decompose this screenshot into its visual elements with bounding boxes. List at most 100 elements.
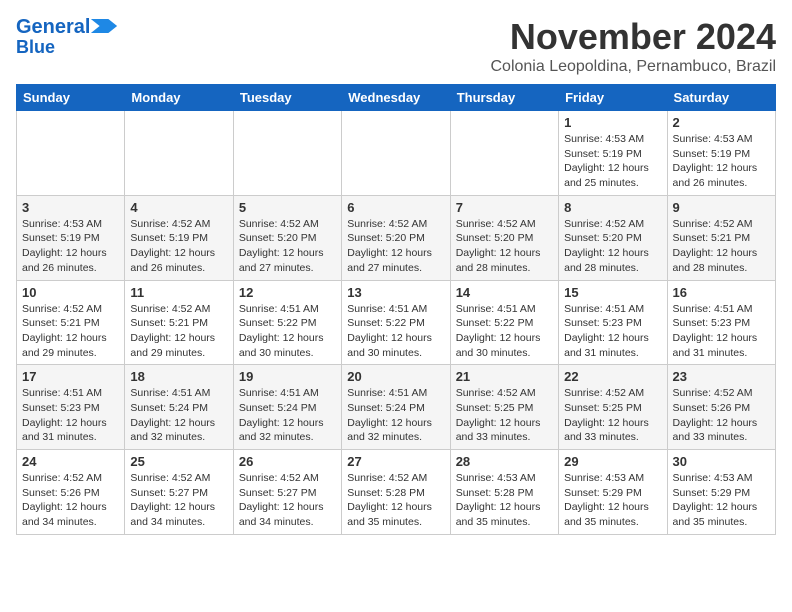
calendar-cell: 24 Sunrise: 4:52 AM Sunset: 5:26 PM Dayli… <box>17 450 125 535</box>
day-number: 11 <box>130 285 227 300</box>
day-info: Sunrise: 4:53 AM Sunset: 5:19 PM Dayligh… <box>564 132 661 191</box>
day-number: 6 <box>347 200 444 215</box>
logo-text: General <box>16 16 90 38</box>
day-number: 27 <box>347 454 444 469</box>
calendar-cell: 18Sunrise: 4:51 AM Sunset: 5:24 PM Dayli… <box>125 365 233 450</box>
day-number: 23 <box>673 369 770 384</box>
calendar-cell: 17 Sunrise: 4:51 AM Sunset: 5:23 PM Dayli… <box>17 365 125 450</box>
day-number: 30 <box>673 454 770 469</box>
day-info: Sunrise: 4:52 AM Sunset: 5:26 PM Dayligh… <box>22 471 119 530</box>
day-number: 21 <box>456 369 553 384</box>
calendar-cell: 8 Sunrise: 4:52 AM Sunset: 5:20 PM Daylig… <box>559 195 667 280</box>
calendar-cell: 27 Sunrise: 4:52 AM Sunset: 5:28 PM Dayli… <box>342 450 450 535</box>
day-number: 25 <box>130 454 227 469</box>
weekday-header-saturday: Saturday <box>667 85 775 111</box>
weekday-header-tuesday: Tuesday <box>233 85 341 111</box>
day-number: 8 <box>564 200 661 215</box>
weekday-header-friday: Friday <box>559 85 667 111</box>
calendar-cell: 12Sunrise: 4:51 AM Sunset: 5:22 PM Dayli… <box>233 280 341 365</box>
day-info: Sunrise: 4:51 AM Sunset: 5:24 PM Dayligh… <box>130 386 227 445</box>
calendar-cell: 28 Sunrise: 4:53 AM Sunset: 5:28 PM Dayli… <box>450 450 558 535</box>
day-number: 4 <box>130 200 227 215</box>
calendar-cell: 3 Sunrise: 4:53 AM Sunset: 5:19 PM Daylig… <box>17 195 125 280</box>
day-info: Sunrise: 4:52 AM Sunset: 5:20 PM Dayligh… <box>564 217 661 276</box>
calendar-cell: 25 Sunrise: 4:52 AM Sunset: 5:27 PM Dayli… <box>125 450 233 535</box>
weekday-header-row: SundayMondayTuesdayWednesdayThursdayFrid… <box>17 85 776 111</box>
day-info: Sunrise: 4:53 AM Sunset: 5:29 PM Dayligh… <box>673 471 770 530</box>
calendar-cell: 10 Sunrise: 4:52 AM Sunset: 5:21 PM Dayli… <box>17 280 125 365</box>
day-info: Sunrise: 4:51 AM Sunset: 5:22 PM Dayligh… <box>456 302 553 361</box>
calendar-cell <box>450 111 558 196</box>
day-info: Sunrise: 4:51 AM Sunset: 5:23 PM Dayligh… <box>673 302 770 361</box>
day-info: Sunrise: 4:51 AM Sunset: 5:23 PM Dayligh… <box>22 386 119 445</box>
weekday-header-sunday: Sunday <box>17 85 125 111</box>
day-number: 20 <box>347 369 444 384</box>
day-info: Sunrise: 4:51 AM Sunset: 5:24 PM Dayligh… <box>347 386 444 445</box>
calendar-table: SundayMondayTuesdayWednesdayThursdayFrid… <box>16 84 776 535</box>
day-info: Sunrise: 4:53 AM Sunset: 5:19 PM Dayligh… <box>22 217 119 276</box>
day-info: Sunrise: 4:53 AM Sunset: 5:19 PM Dayligh… <box>673 132 770 191</box>
logo-blue: Blue <box>16 38 55 58</box>
calendar-cell: 5Sunrise: 4:52 AM Sunset: 5:20 PM Daylig… <box>233 195 341 280</box>
day-number: 17 <box>22 369 119 384</box>
calendar-cell: 1 Sunrise: 4:53 AM Sunset: 5:19 PM Daylig… <box>559 111 667 196</box>
calendar-cell: 19 Sunrise: 4:51 AM Sunset: 5:24 PM Dayli… <box>233 365 341 450</box>
day-number: 22 <box>564 369 661 384</box>
calendar-cell: 7Sunrise: 4:52 AM Sunset: 5:20 PM Daylig… <box>450 195 558 280</box>
day-number: 10 <box>22 285 119 300</box>
day-info: Sunrise: 4:52 AM Sunset: 5:28 PM Dayligh… <box>347 471 444 530</box>
day-number: 19 <box>239 369 336 384</box>
day-info: Sunrise: 4:52 AM Sunset: 5:21 PM Dayligh… <box>22 302 119 361</box>
day-number: 13 <box>347 285 444 300</box>
calendar-cell: 23 Sunrise: 4:52 AM Sunset: 5:26 PM Dayli… <box>667 365 775 450</box>
calendar-cell: 20 Sunrise: 4:51 AM Sunset: 5:24 PM Dayli… <box>342 365 450 450</box>
calendar-cell: 22 Sunrise: 4:52 AM Sunset: 5:25 PM Dayli… <box>559 365 667 450</box>
calendar-cell: 21Sunrise: 4:52 AM Sunset: 5:25 PM Dayli… <box>450 365 558 450</box>
day-info: Sunrise: 4:51 AM Sunset: 5:24 PM Dayligh… <box>239 386 336 445</box>
day-info: Sunrise: 4:52 AM Sunset: 5:19 PM Dayligh… <box>130 217 227 276</box>
day-number: 28 <box>456 454 553 469</box>
day-info: Sunrise: 4:52 AM Sunset: 5:27 PM Dayligh… <box>130 471 227 530</box>
calendar-cell: 2 Sunrise: 4:53 AM Sunset: 5:19 PM Daylig… <box>667 111 775 196</box>
calendar-cell: 26Sunrise: 4:52 AM Sunset: 5:27 PM Dayli… <box>233 450 341 535</box>
day-info: Sunrise: 4:53 AM Sunset: 5:28 PM Dayligh… <box>456 471 553 530</box>
day-number: 29 <box>564 454 661 469</box>
calendar-week-1: 1 Sunrise: 4:53 AM Sunset: 5:19 PM Daylig… <box>17 111 776 196</box>
calendar-cell: 6Sunrise: 4:52 AM Sunset: 5:20 PM Daylig… <box>342 195 450 280</box>
weekday-header-wednesday: Wednesday <box>342 85 450 111</box>
day-number: 14 <box>456 285 553 300</box>
calendar-cell <box>125 111 233 196</box>
calendar-cell: 29Sunrise: 4:53 AM Sunset: 5:29 PM Dayli… <box>559 450 667 535</box>
calendar-week-3: 10 Sunrise: 4:52 AM Sunset: 5:21 PM Dayli… <box>17 280 776 365</box>
day-info: Sunrise: 4:51 AM Sunset: 5:22 PM Dayligh… <box>347 302 444 361</box>
title-section: November 2024 Colonia Leopoldina, Pernam… <box>490 16 776 76</box>
day-number: 2 <box>673 115 770 130</box>
calendar-cell: 14 Sunrise: 4:51 AM Sunset: 5:22 PM Dayli… <box>450 280 558 365</box>
day-info: Sunrise: 4:52 AM Sunset: 5:20 PM Dayligh… <box>239 217 336 276</box>
calendar-cell: 13 Sunrise: 4:51 AM Sunset: 5:22 PM Dayli… <box>342 280 450 365</box>
day-number: 24 <box>22 454 119 469</box>
weekday-header-monday: Monday <box>125 85 233 111</box>
logo-icon <box>90 19 118 33</box>
day-number: 7 <box>456 200 553 215</box>
day-number: 15 <box>564 285 661 300</box>
day-number: 16 <box>673 285 770 300</box>
calendar-cell: 9Sunrise: 4:52 AM Sunset: 5:21 PM Daylig… <box>667 195 775 280</box>
calendar-cell <box>342 111 450 196</box>
logo: General Blue <box>16 16 118 58</box>
calendar-cell: 30 Sunrise: 4:53 AM Sunset: 5:29 PM Dayli… <box>667 450 775 535</box>
weekday-header-thursday: Thursday <box>450 85 558 111</box>
day-number: 3 <box>22 200 119 215</box>
day-number: 1 <box>564 115 661 130</box>
location-title: Colonia Leopoldina, Pernambuco, Brazil <box>490 58 776 76</box>
day-info: Sunrise: 4:52 AM Sunset: 5:21 PM Dayligh… <box>673 217 770 276</box>
month-title: November 2024 <box>490 16 776 58</box>
day-info: Sunrise: 4:52 AM Sunset: 5:25 PM Dayligh… <box>564 386 661 445</box>
calendar-week-4: 17 Sunrise: 4:51 AM Sunset: 5:23 PM Dayli… <box>17 365 776 450</box>
calendar-cell: 4 Sunrise: 4:52 AM Sunset: 5:19 PM Daylig… <box>125 195 233 280</box>
day-info: Sunrise: 4:52 AM Sunset: 5:26 PM Dayligh… <box>673 386 770 445</box>
day-info: Sunrise: 4:52 AM Sunset: 5:21 PM Dayligh… <box>130 302 227 361</box>
calendar-cell <box>233 111 341 196</box>
day-info: Sunrise: 4:51 AM Sunset: 5:23 PM Dayligh… <box>564 302 661 361</box>
calendar-cell: 15 Sunrise: 4:51 AM Sunset: 5:23 PM Dayli… <box>559 280 667 365</box>
